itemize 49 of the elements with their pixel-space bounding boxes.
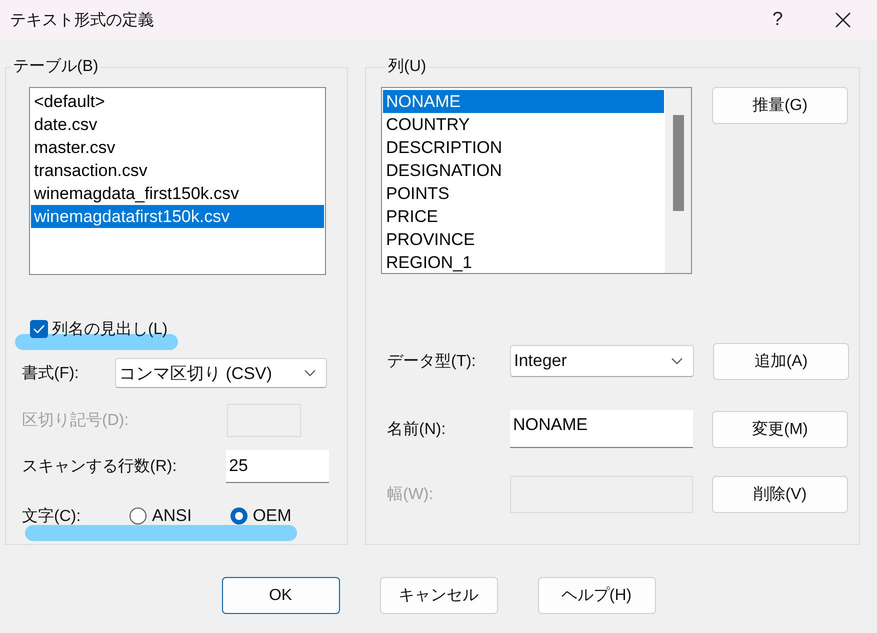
- chevron-down-icon: [671, 357, 683, 365]
- list-item[interactable]: DESIGNATION: [383, 159, 664, 182]
- list-item[interactable]: DESCRIPTION: [383, 136, 664, 159]
- list-item[interactable]: date.csv: [31, 113, 324, 136]
- list-box[interactable]: <default> date.csv master.csv transaction.csv winemagdata_first150k.csv winemagdatafirst150k.csv: [29, 87, 326, 275]
- close-icon[interactable]: [835, 12, 851, 28]
- format-dropdown[interactable]: コンマ区切り (CSV): [115, 358, 327, 388]
- radio-option[interactable]: ANSI: [129, 506, 192, 526]
- checkbox[interactable]: [30, 320, 48, 338]
- list-item[interactable]: transaction.csv: [31, 159, 324, 182]
- cancel-button[interactable]: キャンセル: [380, 577, 498, 614]
- group-label: 列(U): [387, 57, 428, 77]
- data-type-dropdown[interactable]: Integer: [510, 345, 694, 377]
- help-button[interactable]: ヘルプ(H): [538, 577, 656, 614]
- help-button[interactable]: ?: [772, 9, 783, 31]
- radio-icon[interactable]: [129, 507, 147, 525]
- scrollbar-thumb[interactable]: [672, 115, 684, 211]
- add-button[interactable]: 追加(A): [713, 342, 849, 380]
- list-item[interactable]: REGION_1: [383, 251, 664, 273]
- name-field[interactable]: NONAME: [510, 410, 693, 448]
- list-item[interactable]: POINTS: [383, 182, 664, 205]
- guess-button[interactable]: 推量(G): [712, 87, 848, 124]
- field-label: 文字(C):: [22, 506, 82, 526]
- radio-option[interactable]: OEM: [230, 506, 292, 526]
- chevron-down-icon: [304, 369, 316, 377]
- window-title: テキスト形式の定義: [10, 10, 155, 30]
- list-item[interactable]: winemagdatafirst150k.csv: [31, 205, 324, 228]
- list-item[interactable]: PROVINCE: [383, 228, 664, 251]
- field-label: 書式(F):: [22, 364, 80, 384]
- group-label: テーブル(B): [12, 56, 100, 77]
- list-item[interactable]: COUNTRY: [383, 113, 664, 136]
- modify-button[interactable]: 変更(M): [712, 410, 848, 448]
- scrollbar[interactable]: [665, 88, 691, 273]
- ok-button[interactable]: OK: [222, 577, 340, 614]
- list-item[interactable]: winemagdata_first150k.csv: [31, 182, 324, 205]
- field-label: 区切り記号(D):: [22, 410, 130, 431]
- list-item[interactable]: master.csv: [31, 136, 324, 159]
- list-box[interactable]: NONAME COUNTRY DESCRIPTION DESIGNATION POINTS PRICE PROVINCE REGION_1: [381, 87, 692, 274]
- list-item[interactable]: <default>: [31, 90, 324, 113]
- list-item[interactable]: PRICE: [383, 205, 664, 228]
- field-label: データ型(T):: [387, 352, 477, 372]
- checkbox-label[interactable]: 列名の見出し(L): [52, 318, 168, 340]
- field-label: 名前(N):: [387, 420, 447, 440]
- check-icon: [33, 324, 45, 334]
- scan-rows-field[interactable]: 25: [226, 450, 329, 483]
- list-item[interactable]: NONAME: [383, 90, 664, 113]
- radio-icon[interactable]: [230, 507, 248, 525]
- field-label: スキャンする行数(R):: [22, 457, 178, 477]
- field-label: 幅(W):: [387, 485, 434, 505]
